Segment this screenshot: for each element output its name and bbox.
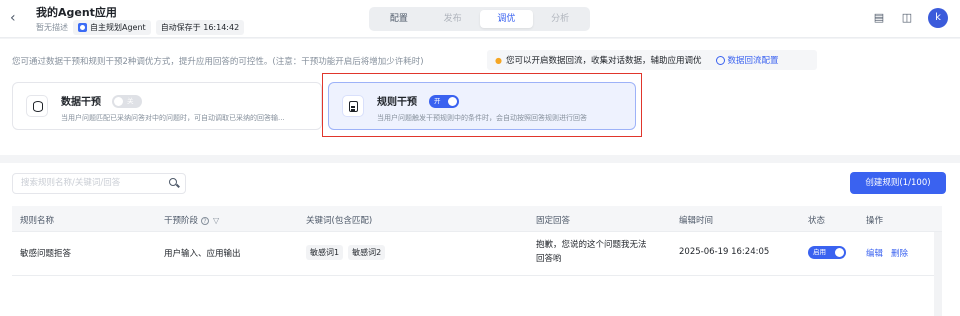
search-placeholder: 搜索规则名称/关键词/回答: [21, 178, 121, 188]
column-header-name: 规则名称: [20, 216, 55, 226]
column-header-stage-label: 干预阶段: [164, 216, 199, 226]
table-header: 规则名称 干预阶段? ▽ 关键词(包含匹配) 固定回答 编辑时间 状态 操作: [12, 206, 942, 232]
tab-tuning[interactable]: 调优: [479, 10, 534, 28]
autosave-status: 自动保存于 16:14:42: [155, 20, 245, 35]
answer-line: 回答哟: [536, 254, 562, 264]
table-row: 敏感问题拒答 用户输入、应用输出 敏感词1 敏感词2 抱歉，您说的这个问题我无法 …: [12, 232, 942, 276]
dataflow-tip: ● 您可以开启数据回流，收集对话数据，辅助应用调优 数据回流配置: [487, 50, 817, 70]
edit-link[interactable]: 编辑: [866, 249, 883, 259]
tab-config[interactable]: 配置: [372, 10, 426, 28]
status-toggle[interactable]: 启用: [808, 246, 846, 259]
database-icon: [26, 95, 48, 117]
delete-link[interactable]: 删除: [891, 249, 908, 259]
lightbulb-icon: ●: [495, 55, 502, 65]
card-description: 当用户问题触发干预规则中的条件时，会自动按照回答规则进行回答: [377, 114, 587, 122]
card-title: 数据干预: [61, 97, 101, 108]
rule-edit-time: 2025-06-19 16:24:05: [679, 247, 770, 257]
column-header-stage: 干预阶段? ▽: [164, 214, 219, 226]
rule-intervention-toggle[interactable]: 开: [429, 95, 459, 108]
avatar[interactable]: k: [928, 8, 948, 28]
rule-stage: 用户输入、应用输出: [164, 249, 241, 259]
rule-name: 敏感问题拒答: [20, 249, 72, 259]
top-bar: ‹ 我的Agent应用 暂无描述 自主规划Agent 自动保存于 16:14:4…: [0, 0, 960, 38]
search-icon[interactable]: [169, 178, 177, 186]
app-title: 我的Agent应用: [36, 6, 117, 19]
keyword-tag: 敏感词1: [306, 245, 344, 260]
tab-publish[interactable]: 发布: [426, 10, 480, 28]
create-rule-button[interactable]: 创建规则(1/100): [850, 172, 946, 194]
card-description: 当用户问题匹配已采纳问答对中的问题时，可自动调取已采纳的回答输...: [61, 114, 285, 122]
rule-status: 启用: [808, 246, 846, 259]
agent-type-label: 自主规划Agent: [90, 23, 146, 32]
rule-keywords: 敏感词1 敏感词2: [306, 245, 390, 260]
settings-icon: [715, 55, 725, 65]
rule-answer: 抱歉，您说的这个问题我无法 回答哟: [536, 238, 647, 266]
column-header-answer: 固定回答: [536, 216, 571, 226]
column-header-edit-time: 编辑时间: [679, 216, 714, 226]
chat-icon[interactable]: ◫: [900, 11, 914, 25]
data-intervention-card[interactable]: 数据干预 关 当用户问题匹配已采纳问答对中的问题时，可自动调取已采纳的回答输..…: [12, 82, 322, 130]
keyword-tag: 敏感词2: [348, 245, 386, 260]
intervention-section: 您可通过数据干预和规则干预2种调优方式，提升应用回答的可控性。(注意：干预功能开…: [0, 39, 960, 155]
header-actions: ▤ ◫ k: [872, 8, 948, 28]
rule-actions: 编辑 删除: [866, 247, 916, 259]
dataflow-config-link[interactable]: 数据回流配置: [715, 54, 779, 66]
intervention-description: 您可通过数据干预和规则干预2种调优方式，提升应用回答的可控性。(注意：干预功能开…: [12, 57, 424, 67]
table-scrollbar[interactable]: [934, 232, 942, 316]
filter-icon[interactable]: ▽: [213, 216, 219, 225]
rules-section: 搜索规则名称/关键词/回答 创建规则(1/100) 规则名称 干预阶段? ▽ 关键…: [0, 163, 960, 316]
mode-tabs: 配置 发布 调优 分析: [369, 7, 590, 31]
column-header-actions: 操作: [866, 216, 884, 226]
agent-type-chip: 自主规划Agent: [73, 20, 151, 35]
dataflow-config-label: 数据回流配置: [727, 56, 779, 66]
rule-search-input[interactable]: 搜索规则名称/关键词/回答: [12, 173, 186, 194]
document-icon: [342, 95, 364, 117]
tip-text: 您可以开启数据回流，收集对话数据，辅助应用调优: [505, 56, 702, 66]
no-description-label: 暂无描述: [36, 23, 68, 32]
agent-icon: [78, 23, 87, 32]
data-intervention-toggle[interactable]: 关: [112, 95, 142, 108]
help-icon[interactable]: ?: [201, 216, 210, 225]
answer-line: 抱歉，您说的这个问题我无法: [536, 240, 647, 250]
book-icon[interactable]: ▤: [872, 11, 886, 25]
column-header-status: 状态: [808, 216, 826, 226]
back-chevron-icon[interactable]: ‹: [10, 10, 24, 26]
rule-intervention-card[interactable]: 规则干预 开 当用户问题触发干预规则中的条件时，会自动按照回答规则进行回答: [328, 82, 636, 130]
card-title: 规则干预: [377, 97, 417, 108]
app-meta: 暂无描述 自主规划Agent 自动保存于 16:14:42: [36, 20, 245, 35]
column-header-keywords: 关键词(包含匹配): [306, 216, 373, 226]
tab-analysis[interactable]: 分析: [533, 10, 587, 28]
